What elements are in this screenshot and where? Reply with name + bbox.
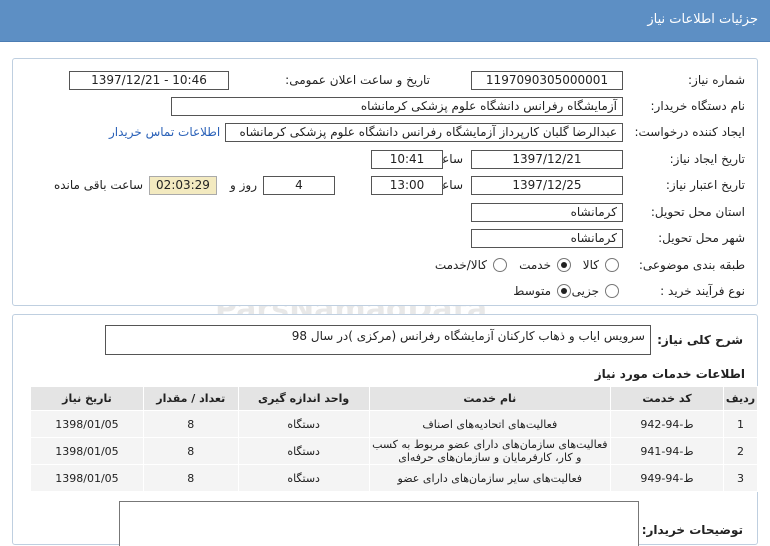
cell-unit: دستگاه (237, 437, 370, 465)
cell-service-name: فعالیت‌های اتحادیه‌های اصناف (368, 410, 612, 438)
cell-unit: دستگاه (237, 464, 370, 492)
cell-service-name: فعالیت‌های سازمان‌های دارای عضو مربوط به… (368, 437, 612, 465)
cell-unit: دستگاه (237, 410, 370, 438)
category-option-service: خدمت (519, 258, 551, 272)
cell-row-number: 3 (722, 464, 759, 492)
created-date-field[interactable]: 1397/12/21 (471, 150, 623, 169)
province-field[interactable]: کرمانشاه (471, 203, 623, 222)
remaining-days-field[interactable]: 4 (263, 176, 335, 195)
category-option-goods-service: کالا/خدمت (434, 258, 487, 272)
cell-service-code: ط-94-942 (610, 410, 724, 438)
column-header-row-number: ردیف (722, 386, 759, 411)
cell-quantity: 8 (142, 410, 239, 438)
remaining-time-label: ساعت باقی مانده (53, 178, 143, 192)
column-header-quantity: تعداد / مقدار (142, 386, 239, 411)
column-header-unit: واحد اندازه گیری (237, 386, 370, 411)
need-details-panel: شماره نیاز: 1197090305000001 تاریخ و ساع… (12, 58, 758, 306)
services-table: ردیف کد خدمت نام خدمت واحد اندازه گیری ت… (30, 386, 759, 492)
process-option-minor: جزیی (571, 284, 599, 298)
created-time-field[interactable]: 10:41 (371, 150, 443, 169)
buyer-org-label: نام دستگاه خریدار: (650, 99, 746, 113)
remaining-time-field: 02:03:29 (149, 176, 217, 195)
city-label: شهر محل تحویل: (658, 231, 745, 245)
cell-row-number: 2 (722, 437, 759, 465)
city-field[interactable]: کرمانشاه (471, 229, 623, 248)
cell-need-date: 1398/01/05 (30, 410, 144, 438)
cell-need-date: 1398/01/05 (30, 437, 144, 465)
category-radio-goods[interactable] (605, 258, 619, 272)
cell-row-number: 1 (722, 410, 759, 438)
services-section-title: اطلاعات خدمات مورد نیاز (594, 367, 745, 381)
category-radio-goods-service[interactable] (493, 258, 507, 272)
buyer-contact-link[interactable]: اطلاعات تماس خریدار (109, 125, 220, 139)
buyer-notes-field[interactable] (119, 501, 639, 546)
table-row[interactable]: 3 ط-94-949 فعالیت‌های سایر سازمان‌های دا… (30, 464, 759, 492)
summary-label: شرح کلی نیاز: (657, 333, 743, 347)
cell-service-code: ط-94-941 (610, 437, 724, 465)
table-row[interactable]: 1 ط-94-942 فعالیت‌های اتحادیه‌های اصناف … (30, 410, 759, 438)
announce-datetime-field[interactable]: 1397/12/21 - 10:46 (69, 71, 229, 90)
table-header-row: ردیف کد خدمت نام خدمت واحد اندازه گیری ت… (30, 386, 759, 411)
cell-service-name: فعالیت‌های سایر سازمان‌های دارای عضو (368, 464, 612, 492)
page-title: جزئیات اطلاعات نیاز (647, 12, 758, 27)
table-row[interactable]: 2 ط-94-941 فعالیت‌های سازمان‌های دارای ع… (30, 437, 759, 465)
category-label: طبقه بندی موضوعی: (638, 258, 745, 272)
process-option-medium: متوسط (513, 284, 551, 298)
column-header-need-date: تاریخ نیاز (30, 386, 144, 411)
requester-field[interactable]: عبدالرضا گلبان کارپرداز آزمایشگاه رفرانس… (225, 123, 623, 142)
validity-date-label: تاریخ اعتبار نیاز: (665, 178, 745, 192)
process-label: نوع فرآیند خرید : (660, 284, 745, 298)
validity-time-field[interactable]: 13:00 (371, 176, 443, 195)
summary-field[interactable]: سرویس ایاب و ذهاب کارکنان آزمایشگاه رفرا… (105, 325, 651, 355)
cell-quantity: 8 (142, 464, 239, 492)
validity-date-field[interactable]: 1397/12/25 (471, 176, 623, 195)
need-number-field[interactable]: 1197090305000001 (471, 71, 623, 90)
requester-label: ایجاد کننده درخواست: (634, 125, 745, 139)
process-radio-minor[interactable] (605, 284, 619, 298)
category-radio-service[interactable] (557, 258, 571, 272)
column-header-service-code: کد خدمت (610, 386, 724, 411)
category-option-goods: کالا (582, 258, 599, 272)
page-header: جزئیات اطلاعات نیاز (0, 0, 770, 42)
process-radio-medium[interactable] (557, 284, 571, 298)
buyer-org-field[interactable]: آزمایشگاه رفرانس دانشگاه علوم پزشکی کرما… (171, 97, 623, 116)
buyer-notes-label: توضیحات خریدار: (641, 523, 743, 537)
cell-quantity: 8 (142, 437, 239, 465)
cell-service-code: ط-94-949 (610, 464, 724, 492)
remaining-days-label: روز و (230, 178, 257, 192)
created-date-label: تاریخ ایجاد نیاز: (669, 152, 745, 166)
column-header-service-name: نام خدمت (368, 386, 612, 411)
province-label: استان محل تحویل: (650, 205, 745, 219)
announce-datetime-label: تاریخ و ساعت اعلان عمومی: (285, 73, 430, 87)
need-number-label: شماره نیاز: (688, 73, 745, 87)
cell-need-date: 1398/01/05 (30, 464, 144, 492)
